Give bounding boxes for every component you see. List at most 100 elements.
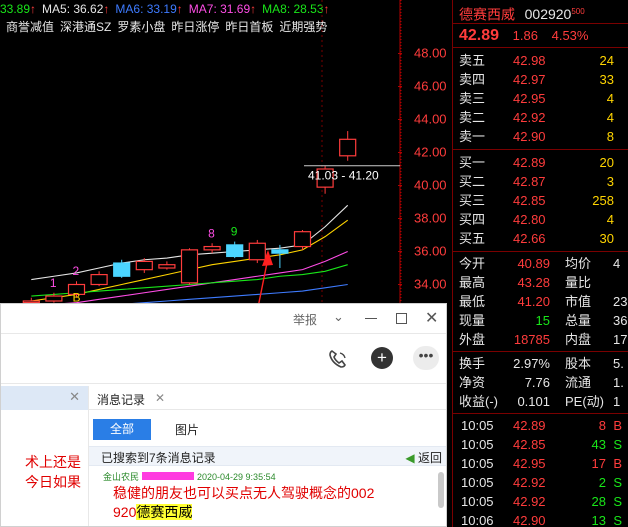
message-line-1: 稳健的朋友也可以买点无人驾驶概念的002 [113, 485, 375, 501]
candle-body-6[interactable] [158, 264, 176, 269]
stat-label-2: 量比 [565, 275, 592, 290]
history-pane: 消息记录 ✕ 全部 图片 已搜索到7条消息记录 ◀ 返回 金山农民 2020-04… [89, 386, 446, 526]
ask-volume: 24 [599, 53, 614, 68]
candle-body-10[interactable] [248, 242, 266, 261]
bid-volume: 258 [592, 193, 614, 208]
stat2-value-2: 5. [613, 356, 624, 371]
filter-all-button[interactable]: 全部 [93, 419, 151, 440]
stat-label: 现量 [459, 313, 486, 328]
candle-body-11[interactable] [271, 249, 289, 254]
candle-body-5[interactable] [135, 260, 153, 271]
filter-image-button[interactable]: 图片 [175, 421, 199, 438]
stat-label-2: 内盘 [565, 332, 592, 347]
tick-side: S [613, 437, 622, 452]
ask-label: 卖四 [459, 72, 486, 87]
back-label: 返回 [417, 451, 442, 465]
candle-body-1[interactable] [45, 295, 63, 302]
stat-value: 40.89 [517, 256, 550, 271]
redacted-name [142, 472, 195, 480]
candle-body-12[interactable] [293, 231, 312, 248]
bid-label: 买二 [459, 174, 486, 189]
message-item[interactable]: 金山农民 2020-04-29 9:35:54 稳健的朋友也可以买点无人驾驶概念的… [89, 466, 446, 526]
ask-row-3[interactable]: 卖二 42.92 4 [453, 108, 628, 127]
left-pane-header: ✕ [1, 386, 88, 410]
bid-price: 42.89 [513, 155, 546, 170]
tick-row-5: 10:06 42.90 13 S [453, 511, 628, 527]
tick-side: S [613, 475, 622, 490]
candle-body-14[interactable] [339, 138, 357, 157]
bid-row-2[interactable]: 买三 42.85 258 [453, 191, 628, 210]
ask-row-1[interactable]: 卖四 42.97 33 [453, 70, 628, 89]
history-tab[interactable]: 消息记录 [97, 391, 145, 408]
bid-price: 42.87 [513, 174, 546, 189]
minimize-icon[interactable] [365, 318, 377, 319]
candle-body-8[interactable] [203, 245, 221, 251]
close-history-icon[interactable]: ✕ [155, 391, 165, 405]
message-text: 稳健的朋友也可以买点无人驾驶概念的002 920德赛西威 [113, 484, 374, 522]
close-tab-icon[interactable]: ✕ [69, 389, 80, 405]
ask-label: 卖二 [459, 110, 486, 125]
last-price: 42.89 [459, 27, 500, 44]
ask-price: 42.90 [513, 129, 546, 144]
stock-header[interactable]: 德赛西威 002920500 [453, 0, 628, 24]
chevron-down-icon[interactable]: ⌄ [333, 309, 344, 325]
tick-price: 42.90 [513, 513, 546, 527]
tick-volume: 2 [598, 475, 606, 490]
message-line-2: 920 [113, 504, 137, 520]
ask-label: 卖三 [459, 91, 486, 106]
bid-row-3[interactable]: 买四 42.80 4 [453, 210, 628, 229]
tick-side: B [613, 456, 622, 471]
back-button[interactable]: ◀ 返回 [405, 449, 442, 466]
stat2-label-2: PE(动) [565, 394, 605, 409]
price-change: 1.86 [512, 28, 538, 43]
close-icon[interactable]: ✕ [425, 308, 438, 328]
more-icon[interactable]: ••• [413, 346, 439, 370]
bid-price: 42.80 [513, 212, 546, 227]
ask-row-4[interactable]: 卖一 42.90 8 [453, 127, 628, 146]
maximize-icon[interactable] [396, 313, 407, 324]
ask-row-0[interactable]: 卖五 42.98 24 [453, 51, 628, 70]
ask-label: 卖五 [459, 53, 486, 68]
stat-value-2: 4 [613, 256, 621, 271]
bid-row-4[interactable]: 买五 42.66 30 [453, 229, 628, 248]
sender-name: 金山农民 [103, 472, 140, 482]
bid-row-1[interactable]: 买二 42.87 3 [453, 172, 628, 191]
price-line: 42.89 1.86 4.53% [453, 24, 628, 48]
tick-price: 42.85 [513, 437, 546, 452]
stat-row-0: 今开 40.89 均价 4 [453, 254, 628, 273]
tick-row-0: 10:05 42.89 8 B [453, 416, 628, 435]
tick-price: 42.92 [513, 475, 546, 490]
scrollbar[interactable] [438, 472, 444, 508]
stat-row-4: 外盘 18785 内盘 17 [453, 330, 628, 349]
ask-row-2[interactable]: 卖三 42.95 4 [453, 89, 628, 108]
stat2-value: 7.76 [524, 375, 550, 390]
tick-list[interactable]: 10:05 42.89 8 B 10:05 42.85 43 S 10:05 42.95 17 B 10… [453, 414, 628, 527]
stat-label: 外盘 [459, 332, 486, 347]
candle-body-4[interactable] [113, 262, 131, 277]
quote-panel: 德赛西威 002920500 42.89 1.86 4.53% 卖五 42.98 2… [452, 0, 628, 527]
stat-value-2: 17 [613, 332, 628, 347]
price-pct: 4.53% [551, 28, 589, 43]
candle-body-9[interactable] [226, 244, 244, 258]
tick-side: S [613, 513, 622, 527]
stat2-value-2: 1 [613, 394, 621, 409]
tick-time: 10:05 [461, 418, 494, 433]
phone-icon[interactable] [327, 348, 349, 370]
marker-4: 9 [231, 225, 238, 239]
tick-side: B [613, 418, 622, 433]
message-highlight: 德赛西威 [136, 504, 193, 520]
candle-body-7[interactable] [180, 249, 199, 284]
ytick-label-0: 48.00 [414, 46, 447, 61]
bid-volume: 20 [599, 155, 614, 170]
bid-row-0[interactable]: 买一 42.89 20 [453, 153, 628, 172]
stat2-label-2: 流通 [565, 375, 592, 390]
stats-block-2: 换手 2.97% 股本 5. 净资 7.76 流通 1. 收益(-) 0.101 PE(动) 1 [453, 352, 628, 414]
stat2-row-2: 收益(-) 0.101 PE(动) 1 [453, 392, 628, 411]
stat-label: 今开 [459, 256, 486, 271]
marker-1: 2 [73, 264, 80, 278]
candle-body-3[interactable] [90, 274, 108, 286]
report-link[interactable]: 举报 [293, 311, 317, 328]
bid-volume: 3 [606, 174, 614, 189]
add-icon[interactable]: + [371, 347, 393, 369]
stat-row-3: 现量 15 总量 36 [453, 311, 628, 330]
